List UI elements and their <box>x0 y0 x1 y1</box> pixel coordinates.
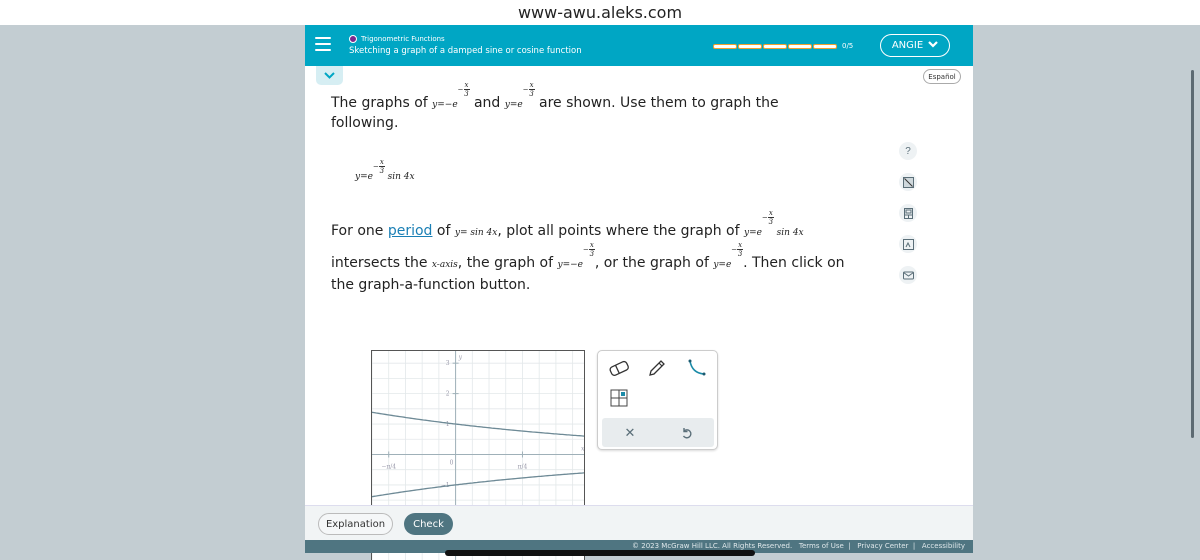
eq-neg-exp: y=−e− x 3 <box>432 81 470 110</box>
topic-label: Trigonometric Functions <box>349 35 445 43</box>
progress-segment <box>713 43 737 49</box>
x-tick-label: π/2 <box>584 463 585 470</box>
data-icon <box>903 207 913 219</box>
explanation-button[interactable]: Explanation <box>318 513 393 535</box>
graph-function-icon <box>610 389 628 407</box>
question-icon: ? <box>905 145 911 157</box>
progress-count: 0/5 <box>842 42 854 50</box>
y-tick-label: 2 <box>446 391 450 398</box>
user-menu-button[interactable]: ANGIE <box>880 34 950 57</box>
x-tick-label: 0 <box>450 459 454 466</box>
y-axis-label: y <box>458 354 463 361</box>
undo-icon <box>682 428 692 439</box>
page-scrollbar[interactable] <box>1191 70 1194 438</box>
graph-a-function-button[interactable] <box>606 387 632 409</box>
y-tick-label: 3 <box>446 360 450 367</box>
collapse-toggle[interactable] <box>316 66 343 85</box>
browser-url-bar[interactable]: www-awu.aleks.com <box>0 0 1200 25</box>
eraser-icon <box>609 360 629 376</box>
period-link[interactable]: period <box>388 223 433 239</box>
curve-icon <box>688 359 706 376</box>
curve-tool[interactable] <box>684 357 710 379</box>
guide-icon <box>902 238 914 250</box>
check-button[interactable]: Check <box>404 513 453 535</box>
menu-button[interactable] <box>315 37 331 51</box>
action-bar: Explanation Check <box>305 505 973 540</box>
progress-segment <box>813 43 837 49</box>
language-button[interactable]: Español <box>923 69 961 84</box>
hamburger-icon <box>315 37 331 39</box>
graph-toolbox: ✕ <box>597 350 718 450</box>
home-indicator <box>445 550 755 556</box>
privacy-link[interactable]: Privacy Center <box>857 542 908 550</box>
footer-bar: © 2023 McGraw Hill LLC. All Rights Reser… <box>305 540 973 556</box>
progress-segment <box>763 43 787 49</box>
chevron-down-icon <box>324 72 335 79</box>
side-toolbar: ? <box>899 142 919 297</box>
chevron-down-icon <box>928 40 938 51</box>
accessibility-link[interactable]: Accessibility <box>922 542 965 550</box>
eq-pos-exp: y=e− x 3 <box>504 81 535 110</box>
undo-button[interactable] <box>676 423 696 443</box>
pencil-icon <box>649 360 665 376</box>
progress-bar: 0/5 <box>713 42 853 50</box>
eraser-tool[interactable] <box>606 357 632 379</box>
y-tick-label: 1 <box>446 421 450 428</box>
pencil-tool[interactable] <box>644 357 670 379</box>
message-button[interactable] <box>899 266 917 284</box>
x-tick-label: −π/4 <box>381 463 396 470</box>
toolbox-actions: ✕ <box>602 418 714 447</box>
clear-button[interactable]: ✕ <box>620 423 640 443</box>
envelope-icon <box>902 271 914 279</box>
close-icon: ✕ <box>624 425 636 441</box>
topic-dot-icon <box>349 35 357 43</box>
app-window: Trigonometric Functions Sketching a grap… <box>305 25 973 560</box>
progress-segment <box>788 43 812 49</box>
progress-segment <box>738 43 762 49</box>
x-axis-label: x <box>581 445 585 452</box>
x-tick-label: π/4 <box>518 463 528 470</box>
terms-link[interactable]: Terms of Use <box>799 542 844 550</box>
calculator-icon <box>902 176 914 188</box>
data-button[interactable] <box>899 204 917 222</box>
copyright-footer: © 2023 McGraw Hill LLC. All Rights Reser… <box>632 542 965 550</box>
calculator-button[interactable] <box>899 173 917 191</box>
target-function: y=e− x 3 sin 4x <box>355 158 415 182</box>
help-button[interactable]: ? <box>899 142 917 160</box>
guide-button[interactable] <box>899 235 917 253</box>
lesson-title: Sketching a graph of a damped sine or co… <box>349 46 582 56</box>
top-bar: Trigonometric Functions Sketching a grap… <box>305 25 973 66</box>
